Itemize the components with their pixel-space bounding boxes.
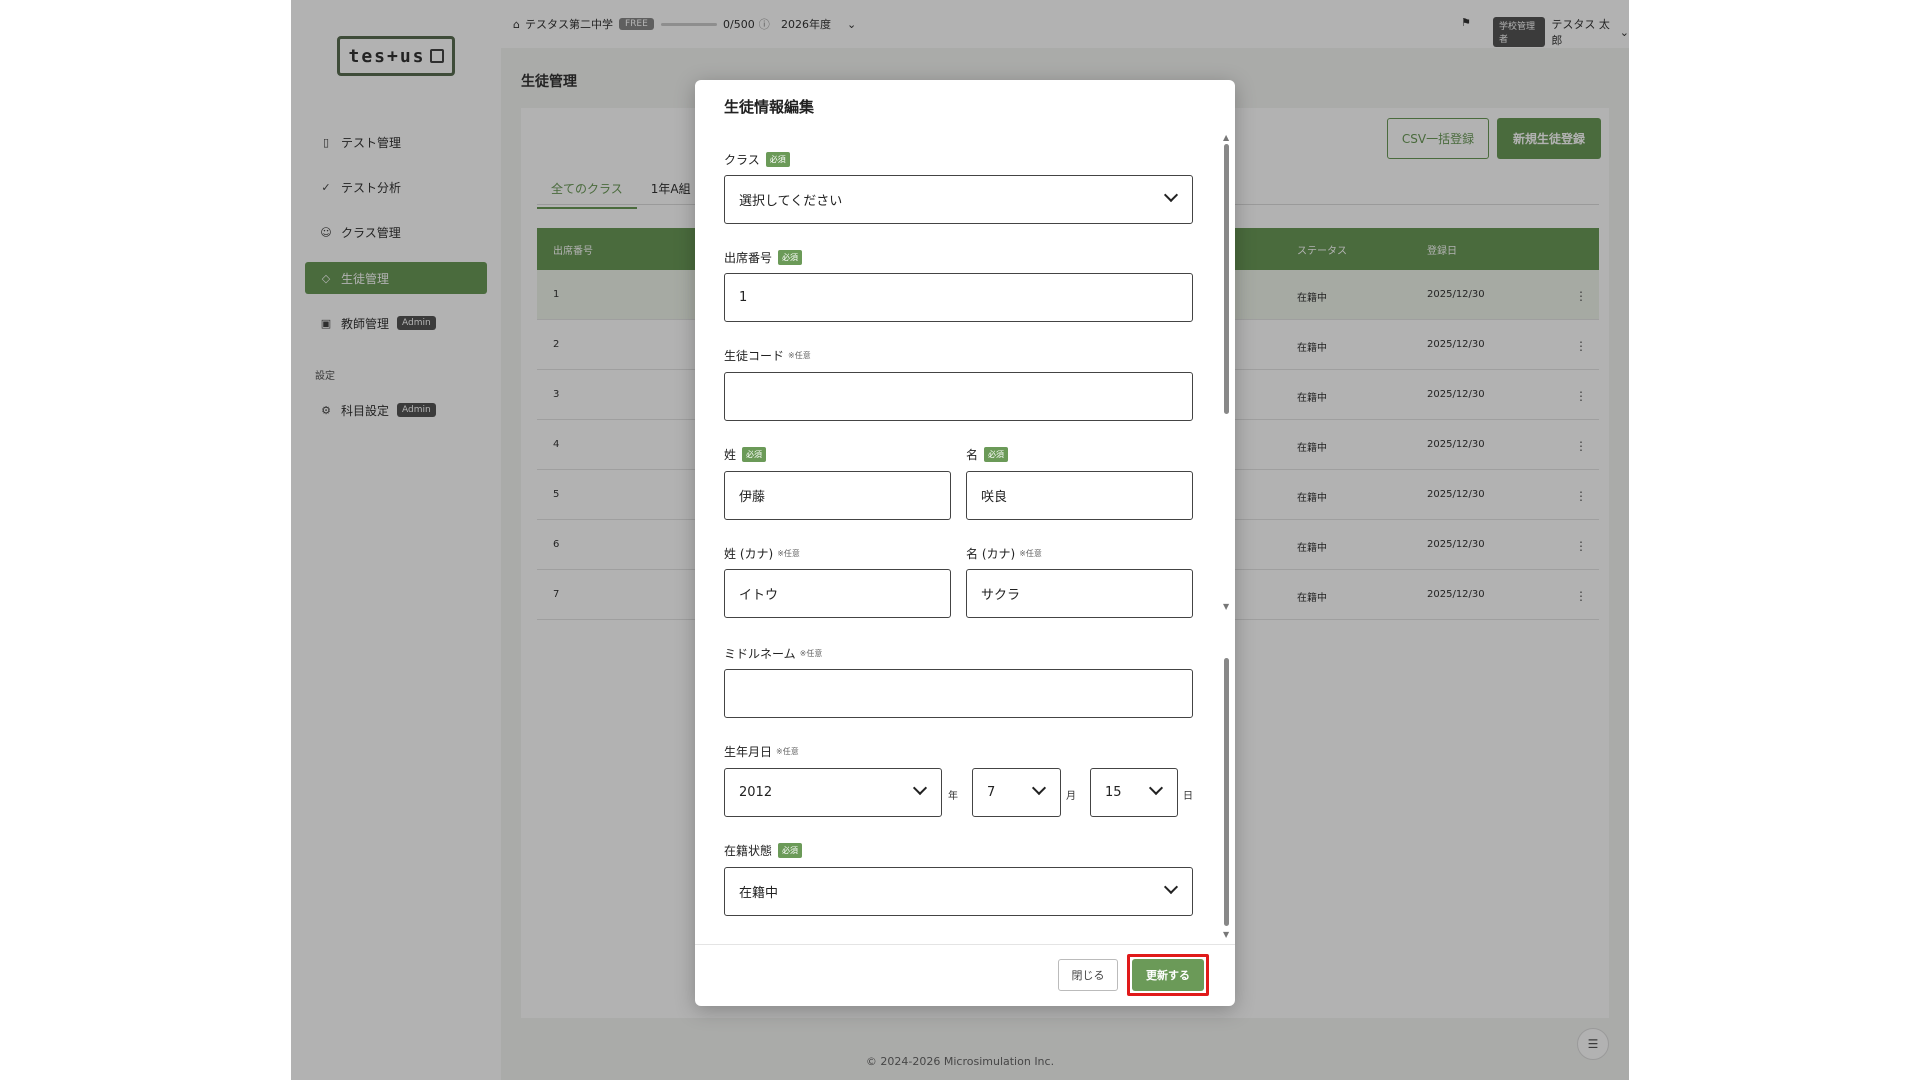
enrollment-select[interactable]: 在籍中 (724, 867, 1193, 916)
enrollment-value: 在籍中 (739, 886, 779, 901)
required-badge: 必須 (765, 152, 790, 167)
class-label: クラス 必須 (724, 151, 790, 168)
last-name-input[interactable]: 伊藤 (724, 471, 951, 520)
chevron-down-icon (1031, 780, 1047, 796)
birth-year-select[interactable]: 2012 (724, 768, 942, 817)
first-name-kana-label: 名 (カナ) ※任意 (966, 545, 1042, 562)
optional-note: ※任意 (1019, 549, 1042, 558)
student-code-label: 生徒コード ※任意 (724, 347, 811, 364)
scroll-down-icon[interactable]: ▼ (1223, 930, 1229, 939)
edit-student-modal: 生徒情報編集 クラス 必須 選択してください 出席番号 必須 1 生徒コード ※任意 … (695, 80, 1235, 1006)
scrollbar-thumb-lower[interactable] (1224, 658, 1229, 926)
label-text: 名 (966, 448, 979, 462)
optional-note: ※任意 (776, 747, 799, 756)
modal-title: 生徒情報編集 (724, 98, 815, 116)
last-name-kana-input[interactable]: イトウ (724, 569, 951, 618)
day-unit: 日 (1183, 791, 1193, 802)
attendance-no-input[interactable]: 1 (724, 273, 1193, 322)
first-name-kana-input[interactable]: サクラ (966, 569, 1193, 618)
label-text: 名 (カナ) (966, 547, 1016, 561)
last-name-kana-label: 姓 (カナ) ※任意 (724, 545, 800, 562)
middle-name-label: ミドルネーム ※任意 (724, 645, 822, 662)
required-badge: 必須 (778, 250, 803, 265)
scrollbar-thumb[interactable] (1224, 144, 1229, 414)
middle-name-input[interactable] (724, 669, 1193, 718)
label-text: 在籍状態 (724, 844, 773, 858)
required-badge: 必須 (778, 843, 803, 858)
chevron-down-icon (1163, 187, 1179, 203)
optional-note: ※任意 (777, 549, 800, 558)
close-button[interactable]: 閉じる (1058, 959, 1118, 991)
first-name-input[interactable]: 咲良 (966, 471, 1193, 520)
label-text: ミドルネーム (724, 647, 796, 661)
birth-day-select[interactable]: 15 (1090, 768, 1178, 817)
label-text: 出席番号 (724, 251, 773, 265)
label-text: クラス (724, 153, 760, 167)
birthdate-label: 生年月日 ※任意 (724, 743, 799, 760)
optional-note: ※任意 (788, 351, 811, 360)
birth-year-value: 2012 (739, 785, 773, 800)
last-name-label: 姓必須 (724, 446, 767, 463)
year-unit: 年 (948, 791, 958, 802)
first-name-label: 名必須 (966, 446, 1009, 463)
attendance-no-label: 出席番号 必須 (724, 249, 803, 266)
chevron-down-icon (1148, 780, 1164, 796)
label-text: 姓 (724, 448, 737, 462)
label-text: 生年月日 (724, 745, 773, 759)
birth-day-value: 15 (1105, 785, 1122, 800)
student-code-input[interactable] (724, 372, 1193, 421)
required-badge: 必須 (984, 447, 1009, 462)
class-value: 選択してください (739, 194, 843, 209)
chevron-down-icon (912, 780, 928, 796)
enrollment-label: 在籍状態 必須 (724, 842, 803, 859)
label-text: 姓 (カナ) (724, 547, 774, 561)
birth-month-value: 7 (987, 785, 996, 800)
update-button[interactable]: 更新する (1132, 959, 1204, 991)
modal-footer-divider (695, 944, 1235, 945)
chevron-down-icon (1163, 879, 1179, 895)
scroll-up-icon[interactable]: ▲ (1223, 133, 1229, 142)
month-unit: 月 (1066, 791, 1076, 802)
required-badge: 必須 (742, 447, 767, 462)
optional-note: ※任意 (799, 649, 823, 658)
scroll-down-icon[interactable]: ▼ (1223, 602, 1229, 611)
label-text: 生徒コード (724, 349, 785, 363)
birth-month-select[interactable]: 7 (972, 768, 1061, 817)
class-select[interactable]: 選択してください (724, 175, 1193, 224)
